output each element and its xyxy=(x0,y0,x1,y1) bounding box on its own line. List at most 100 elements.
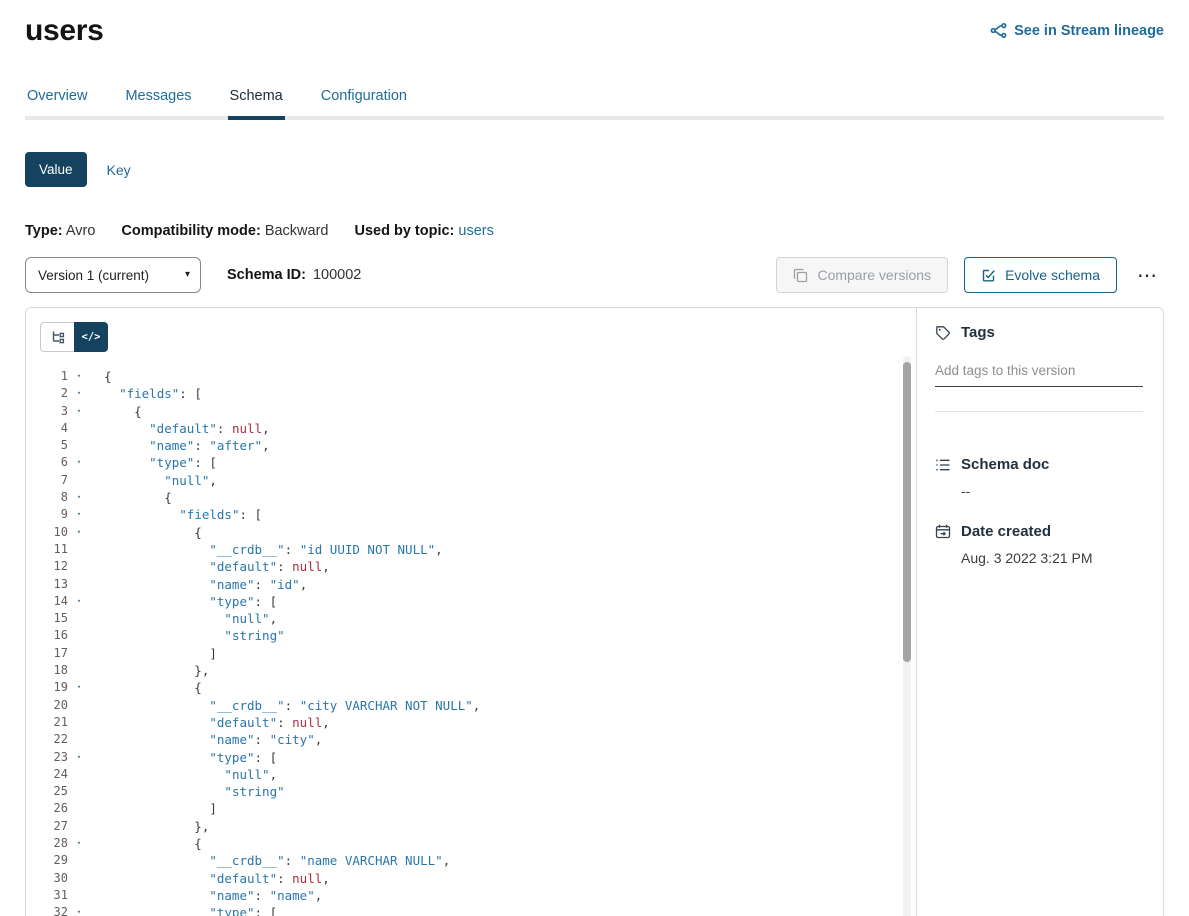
fold-spacer xyxy=(68,541,90,558)
code-line: 8▾ { xyxy=(26,489,916,506)
value-toggle-button[interactable]: Value xyxy=(25,152,87,187)
code-text: ] xyxy=(90,645,217,662)
tab-overview[interactable]: Overview xyxy=(25,88,89,120)
page-header: users See in Stream lineage xyxy=(0,0,1189,48)
fold-spacer xyxy=(68,731,90,748)
line-number: 11 xyxy=(26,541,68,558)
line-number: 21 xyxy=(26,714,68,731)
code-line: 5 "name": "after", xyxy=(26,437,916,454)
code-text: }, xyxy=(90,662,209,679)
code-text: "fields": [ xyxy=(90,506,262,523)
line-number: 5 xyxy=(26,437,68,454)
code-line: 12 "default": null, xyxy=(26,558,916,575)
schema-type: Type: Avro xyxy=(25,223,95,239)
code-line: 20 "__crdb__": "city VARCHAR NOT NULL", xyxy=(26,697,916,714)
scrollbar-thumb[interactable] xyxy=(903,362,911,662)
key-toggle-button[interactable]: Key xyxy=(101,154,137,186)
fold-toggle-icon[interactable]: ▾ xyxy=(68,904,90,916)
code-text: "type": [ xyxy=(90,593,277,610)
fold-spacer xyxy=(68,627,90,644)
fold-toggle-icon[interactable]: ▾ xyxy=(68,679,90,696)
code-text: ] xyxy=(90,800,217,817)
code-view-button[interactable]: </> xyxy=(74,322,108,352)
code-line: 7 "null", xyxy=(26,472,916,489)
code-text: "__crdb__": "name VARCHAR NULL", xyxy=(90,852,450,869)
code-text: "fields": [ xyxy=(90,385,202,402)
add-tags-input[interactable] xyxy=(935,361,1143,387)
schema-doc-title: Schema doc xyxy=(961,456,1049,473)
fold-toggle-icon[interactable]: ▾ xyxy=(68,368,90,385)
code-text: "default": null, xyxy=(90,420,270,437)
tags-title: Tags xyxy=(961,324,995,341)
code-view-icon: </> xyxy=(82,331,101,343)
date-created-section: Date created Aug. 3 2022 3:21 PM xyxy=(935,523,1143,566)
code-text: { xyxy=(90,403,142,420)
code-line: 16 "string" xyxy=(26,627,916,644)
stream-lineage-link[interactable]: See in Stream lineage xyxy=(990,22,1164,39)
line-number: 6 xyxy=(26,454,68,471)
fold-toggle-icon[interactable]: ▾ xyxy=(68,489,90,506)
code-line: 23▾ "type": [ xyxy=(26,749,916,766)
code-line: 18 }, xyxy=(26,662,916,679)
fold-toggle-icon[interactable]: ▾ xyxy=(68,835,90,852)
code-line: 25 "string" xyxy=(26,783,916,800)
version-select[interactable]: Version 1 (current) xyxy=(25,257,201,293)
line-number: 23 xyxy=(26,749,68,766)
code-line: 10▾ { xyxy=(26,524,916,541)
compare-versions-button[interactable]: Compare versions xyxy=(776,257,948,293)
code-text: "type": [ xyxy=(90,904,277,916)
code-line: 17 ] xyxy=(26,645,916,662)
code-line: 15 "null", xyxy=(26,610,916,627)
more-options-button[interactable]: ⋯ xyxy=(1131,261,1164,290)
line-number: 9 xyxy=(26,506,68,523)
schema-code-editor[interactable]: 1▾{2▾ "fields": [3▾ {4 "default": null,5… xyxy=(26,368,916,916)
line-number: 13 xyxy=(26,576,68,593)
line-number: 30 xyxy=(26,870,68,887)
topic-link[interactable]: users xyxy=(458,223,493,239)
fold-spacer xyxy=(68,887,90,904)
code-text: "name": "city", xyxy=(90,731,322,748)
schema-doc-header: Schema doc xyxy=(935,456,1143,473)
compare-versions-label: Compare versions xyxy=(817,267,931,283)
code-line: 4 "default": null, xyxy=(26,420,916,437)
line-number: 14 xyxy=(26,593,68,610)
fold-spacer xyxy=(68,576,90,593)
fold-spacer xyxy=(68,818,90,835)
fold-spacer xyxy=(68,766,90,783)
fold-toggle-icon[interactable]: ▾ xyxy=(68,403,90,420)
fold-toggle-icon[interactable]: ▾ xyxy=(68,593,90,610)
code-text: "null", xyxy=(90,610,277,627)
line-number: 1 xyxy=(26,368,68,385)
line-number: 4 xyxy=(26,420,68,437)
line-number: 28 xyxy=(26,835,68,852)
tree-view-icon xyxy=(51,330,65,344)
fold-toggle-icon[interactable]: ▾ xyxy=(68,506,90,523)
fold-toggle-icon[interactable]: ▾ xyxy=(68,524,90,541)
fold-toggle-icon[interactable]: ▾ xyxy=(68,454,90,471)
tab-configuration[interactable]: Configuration xyxy=(319,88,409,120)
fold-spacer xyxy=(68,662,90,679)
code-text: "name": "after", xyxy=(90,437,270,454)
tab-messages[interactable]: Messages xyxy=(123,88,193,120)
fold-toggle-icon[interactable]: ▾ xyxy=(68,385,90,402)
code-line: 32▾ "type": [ xyxy=(26,904,916,916)
tree-view-button[interactable] xyxy=(40,322,74,352)
code-line: 28▾ { xyxy=(26,835,916,852)
fold-toggle-icon[interactable]: ▾ xyxy=(68,749,90,766)
code-text: "name": "name", xyxy=(90,887,322,904)
line-number: 12 xyxy=(26,558,68,575)
code-text: "default": null, xyxy=(90,558,330,575)
code-text: { xyxy=(90,835,202,852)
code-line: 19▾ { xyxy=(26,679,916,696)
code-line: 31 "name": "name", xyxy=(26,887,916,904)
stream-lineage-label: See in Stream lineage xyxy=(1014,23,1164,39)
line-number: 31 xyxy=(26,887,68,904)
line-number: 27 xyxy=(26,818,68,835)
schema-sidebar: Tags Schema doc -- xyxy=(917,308,1163,916)
schema-code-panel: </> 1▾{2▾ "fields": [3▾ {4 "default": nu… xyxy=(26,308,917,916)
date-created-title: Date created xyxy=(961,523,1051,540)
line-number: 8 xyxy=(26,489,68,506)
stream-lineage-icon xyxy=(990,22,1007,39)
tab-schema[interactable]: Schema xyxy=(228,88,285,120)
evolve-schema-button[interactable]: Evolve schema xyxy=(964,257,1117,293)
